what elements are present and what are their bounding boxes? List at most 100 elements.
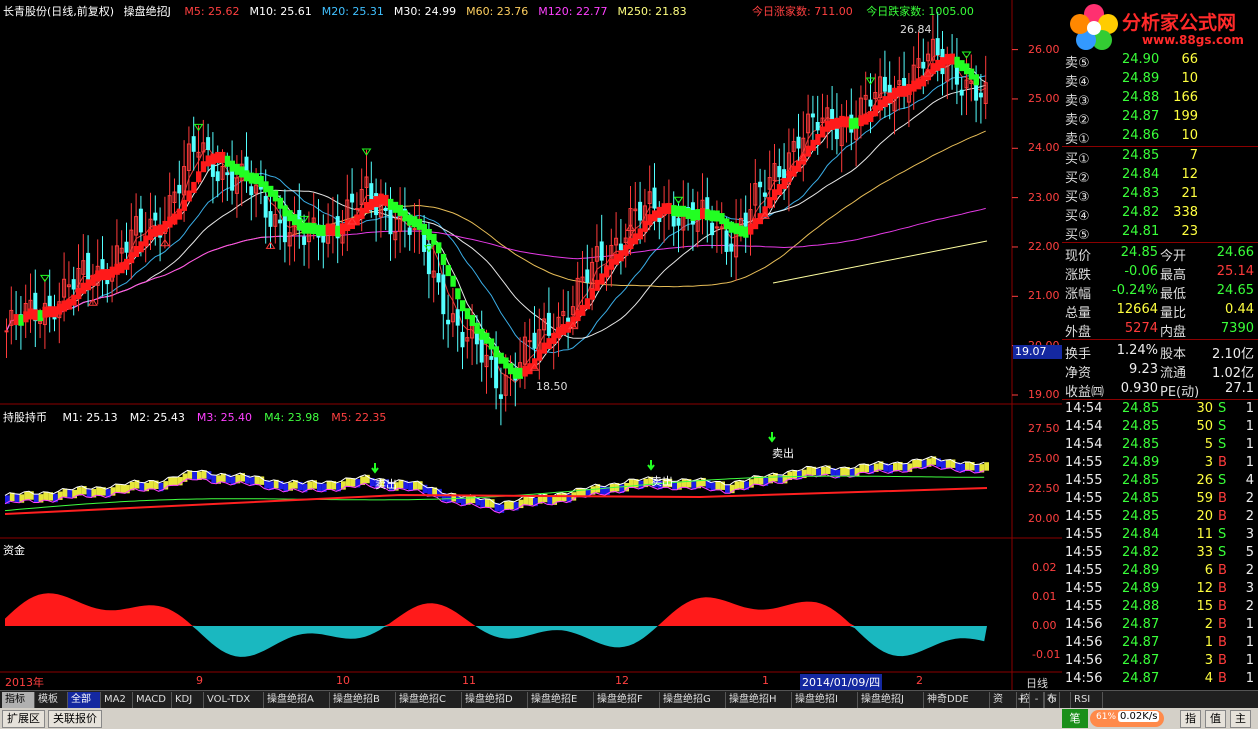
- signal-band-block: [892, 87, 898, 99]
- signal-band-block: [47, 306, 53, 318]
- time-label: 12: [615, 674, 629, 687]
- tick-direction: S: [1218, 437, 1227, 452]
- indicator-tab[interactable]: 模板: [35, 692, 68, 708]
- sub2-tick: 0.01: [1032, 590, 1057, 603]
- tick-time: 14:55: [1065, 563, 1103, 578]
- candle-body: [100, 259, 105, 270]
- signal-band-block: [85, 279, 91, 291]
- ask-row: 卖④ 24.89 10: [1062, 70, 1258, 90]
- indicator-tab[interactable]: 操盘绝招H: [726, 692, 792, 708]
- indicator-tab[interactable]: 操盘绝招I: [792, 692, 858, 708]
- signal-band-block: [440, 253, 447, 265]
- kline-chart[interactable]: [0, 0, 1062, 690]
- signal-band-block: [119, 262, 125, 274]
- signal-band-block: [66, 298, 72, 310]
- candle-body: [177, 184, 182, 194]
- zhi2-tab[interactable]: 值: [1205, 710, 1226, 728]
- indicator-tab[interactable]: KDJ: [172, 692, 204, 708]
- quote-value: 1.24%: [1116, 343, 1158, 358]
- zhu-tab[interactable]: 主: [1230, 710, 1251, 728]
- tick-price: 24.87: [1122, 653, 1160, 668]
- sub1-fill: [398, 479, 404, 489]
- signal-band-block: [421, 223, 427, 235]
- indicator-tab[interactable]: 操盘绝招E: [528, 692, 594, 708]
- indicator-tab[interactable]: 操盘绝招A: [264, 692, 330, 708]
- sell-down-arrow-icon: [371, 463, 379, 474]
- signal-band-block: [450, 275, 456, 287]
- signal-band-block: [599, 273, 605, 285]
- chart-area[interactable]: 长青股份(日线,前复权) 操盘绝招J M5: 25.62 M10: 25.61 M2…: [0, 0, 1063, 690]
- tick-row: 14:55 24.85 59 B 2: [1062, 490, 1258, 508]
- signal-band-block: [210, 153, 216, 165]
- ask-price: 24.89: [1122, 71, 1160, 86]
- signal-band-block: [23, 311, 29, 323]
- signal-band-block: [556, 327, 562, 339]
- expand-area-button[interactable]: 扩展区: [2, 710, 45, 728]
- settings-icon[interactable]: ◇: [1044, 692, 1060, 708]
- zoom-in-button[interactable]: +: [1014, 692, 1030, 708]
- ask-row: 卖① 24.86 10: [1062, 127, 1258, 147]
- signal-band-block: [959, 60, 965, 72]
- indicator-tab[interactable]: 指标: [2, 692, 35, 708]
- signal-band-block: [301, 222, 307, 234]
- signal-band-block: [143, 235, 149, 247]
- signal-band-block: [32, 309, 39, 321]
- zoom-out-button[interactable]: -: [1029, 692, 1045, 708]
- tick-volume: 5: [1204, 437, 1213, 452]
- indicator-tab[interactable]: 资: [990, 692, 1017, 708]
- quote-label: PE(动): [1160, 385, 1200, 400]
- indicator-tab[interactable]: 操盘绝招B: [330, 692, 396, 708]
- indicator-tab[interactable]: 操盘绝招D: [462, 692, 528, 708]
- sub1-fill: [557, 493, 562, 503]
- indicator-tab[interactable]: MA2: [101, 692, 133, 708]
- quote-label: 最低: [1160, 287, 1187, 302]
- tick-row: 14:55 24.85 20 B 2: [1062, 508, 1258, 526]
- sub1-fill: [624, 483, 629, 492]
- candle-body: [426, 243, 431, 275]
- indicator-tab[interactable]: 操盘绝招J: [858, 692, 924, 708]
- logo: 分析家公式网 www.88gs.com: [1062, 0, 1258, 52]
- quote-value: 7390: [1220, 321, 1254, 336]
- candle-body: [412, 228, 417, 231]
- indicator-tab[interactable]: VOL-TDX: [204, 692, 264, 708]
- signal-band-block: [652, 210, 658, 222]
- ask-price: 24.87: [1122, 109, 1160, 124]
- time-label: 2013年: [5, 676, 44, 689]
- indicator-tab[interactable]: 操盘绝招F: [594, 692, 660, 708]
- price-tick: 26.00: [1028, 42, 1060, 56]
- orderbook-divider: [1062, 146, 1258, 147]
- tick-count: 2: [1245, 509, 1254, 524]
- sub1-fill: [168, 477, 173, 486]
- sub1-legend-item: M2: 25.43: [129, 411, 185, 424]
- signal-band-block: [412, 216, 418, 228]
- tick-volume: 12: [1196, 581, 1213, 596]
- signal-band-block: [196, 171, 202, 183]
- candle-body: [810, 113, 815, 118]
- tick-time: 14:56: [1065, 617, 1103, 632]
- zhi-tab[interactable]: 指: [1180, 710, 1201, 728]
- ask-volume: 166: [1173, 90, 1198, 105]
- ticks-divider: [1062, 399, 1258, 400]
- signal-band-block: [872, 105, 879, 117]
- quote-value: 5274: [1124, 321, 1158, 336]
- related-quote-button[interactable]: 关联报价: [48, 710, 102, 728]
- sub1-fill: [504, 501, 509, 510]
- tick-price: 24.87: [1122, 617, 1160, 632]
- indicator-tab[interactable]: 操盘绝招G: [660, 692, 726, 708]
- period-label[interactable]: 日线: [1014, 675, 1060, 691]
- sub1-tick: 20.00: [1028, 512, 1060, 525]
- signal-band-block: [901, 85, 907, 97]
- logo-brand: 分析家公式网: [1122, 12, 1237, 34]
- indicator-tab[interactable]: 神奇DDE: [924, 692, 990, 708]
- indicator-tab[interactable]: MACD: [133, 692, 172, 708]
- pen-tab[interactable]: 笔: [1062, 709, 1088, 728]
- tick-count: 5: [1245, 545, 1254, 560]
- indicator-tab[interactable]: RSI: [1071, 692, 1103, 708]
- indicator-tab[interactable]: 全部: [68, 692, 101, 708]
- signal-band-block: [642, 220, 648, 232]
- candle-body: [138, 208, 143, 233]
- signal-band-block: [848, 118, 855, 130]
- signal-band-block: [176, 208, 183, 220]
- indicator-tab[interactable]: 操盘绝招C: [396, 692, 462, 708]
- signal-band-block: [512, 367, 519, 379]
